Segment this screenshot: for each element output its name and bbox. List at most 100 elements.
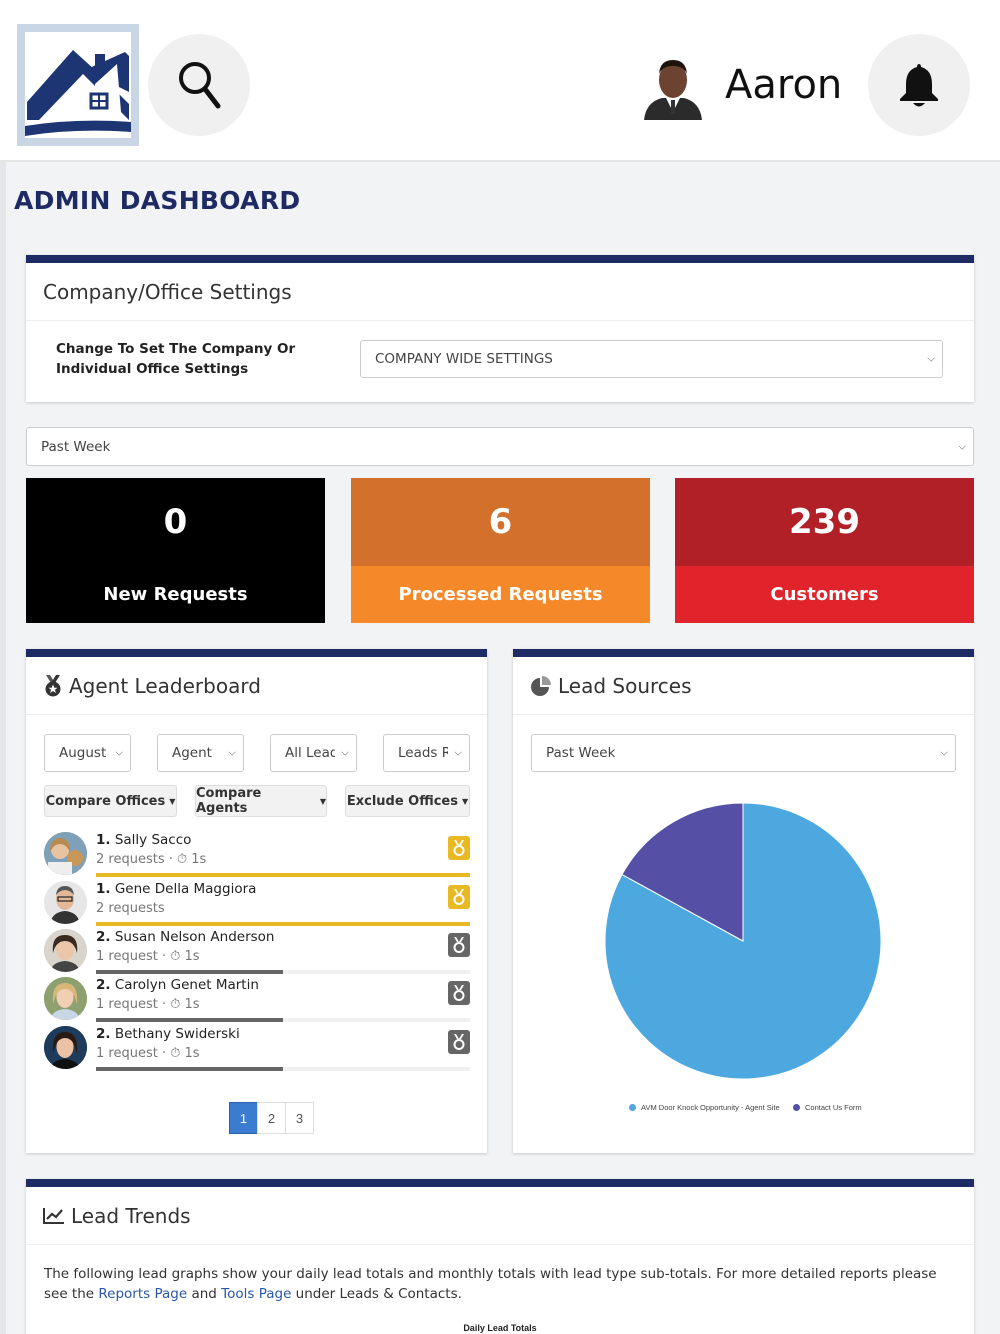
house-logo[interactable]	[17, 24, 139, 146]
month-filter-select[interactable]: August 2 ⌵	[44, 734, 131, 772]
legend-label: AVM Door Knock Opportunity - Agent Site	[641, 1103, 780, 1112]
avatar	[44, 832, 87, 875]
panel-header: Lead Trends	[26, 1187, 974, 1245]
search-icon	[179, 62, 221, 109]
chevron-down-icon: ⌵	[228, 747, 236, 759]
agent-stats: 1 request · ⏱ 1s	[96, 1046, 200, 1061]
agent-name: 2. Bethany Swiderski	[96, 1026, 240, 1042]
progress-track	[96, 922, 470, 926]
company-settings-panel: Company/Office Settings Change To Set Th…	[26, 255, 974, 402]
panel-header: Agent Leaderboard	[26, 657, 487, 715]
search-button[interactable]	[148, 34, 250, 136]
stat-card-customers[interactable]: 239 Customers	[675, 478, 974, 623]
agent-name: 2. Carolyn Genet Martin	[96, 977, 259, 993]
agent-filter-select[interactable]: Agent ⌵	[157, 734, 244, 772]
period-select[interactable]: Past Week ⌵	[26, 427, 974, 466]
lead-sources-pie-chart[interactable]	[600, 798, 886, 1084]
stat-card-new-requests[interactable]: 0 New Requests	[26, 478, 325, 623]
exclude-offices-button[interactable]: Exclude Offices ▼	[345, 785, 470, 817]
lead-sources-period-select[interactable]: Past Week ⌵	[531, 734, 956, 772]
leaderboard-row[interactable]: 2. Susan Nelson Anderson 1 request · ⏱ 1…	[44, 929, 470, 977]
progress-bar	[96, 1067, 283, 1071]
page-title: ADMIN DASHBOARD	[14, 186, 301, 215]
caret-down-icon: ▼	[169, 796, 176, 806]
chevron-down-icon: ⌵	[115, 747, 123, 759]
caret-down-icon: ▼	[462, 796, 469, 806]
progress-track	[96, 1067, 470, 1071]
compare-agents-button[interactable]: Compare Agents ▼	[195, 785, 327, 817]
chevron-down-icon: ⌵	[927, 353, 935, 365]
lead-trends-description: The following lead graphs show your dail…	[44, 1266, 937, 1302]
leaderboard-row[interactable]: 2. Carolyn Genet Martin 1 request · ⏱ 1s	[44, 977, 470, 1025]
panel-title: Lead Sources	[558, 673, 692, 698]
chevron-down-icon: ⌵	[940, 747, 948, 759]
medal-icon	[45, 674, 61, 696]
agent-stats: 1 request · ⏱ 1s	[96, 949, 200, 964]
progress-bar	[96, 1018, 283, 1022]
daily-lead-totals-title: Daily Lead Totals	[463, 1323, 537, 1333]
leaderboard-row[interactable]: 1. Sally Sacco 2 requests · ⏱ 1s	[44, 832, 470, 880]
leaderboard-row[interactable]: 1. Gene Della Maggiora 2 requests	[44, 881, 470, 929]
stat-card-processed-requests[interactable]: 6 Processed Requests	[351, 478, 650, 623]
panel-title: Lead Trends	[71, 1203, 191, 1228]
panel-title: Agent Leaderboard	[69, 673, 261, 698]
progress-bar	[96, 922, 470, 926]
gold-medal-icon	[448, 836, 470, 860]
stat-label: Customers	[675, 566, 974, 623]
leads-rank-filter-select[interactable]: Leads Ra ⌵	[383, 734, 470, 772]
stat-label: Processed Requests	[351, 566, 650, 623]
caret-down-icon: ▼	[319, 796, 326, 806]
agent-stats: 1 request · ⏱ 1s	[96, 997, 200, 1012]
legend-label: Contact Us Form	[805, 1103, 862, 1112]
lead-trends-panel: Lead Trends	[26, 1179, 974, 1334]
legend-item[interactable]: Contact Us Form	[793, 1103, 862, 1112]
company-settings-select[interactable]: COMPANY WIDE SETTINGS ⌵	[360, 340, 943, 378]
pie-chart-icon	[531, 675, 551, 696]
avatar	[44, 1026, 87, 1069]
leaderboard-row[interactable]: 2. Bethany Swiderski 1 request · ⏱ 1s	[44, 1026, 470, 1074]
avatar	[44, 977, 87, 1020]
silver-medal-icon	[448, 933, 470, 957]
line-chart-icon	[43, 1207, 64, 1224]
bell-icon	[900, 64, 938, 107]
user-name[interactable]: Aaron	[725, 62, 842, 108]
lead-type-filter-select[interactable]: All Leads ⌵	[270, 734, 357, 772]
settings-label: Change To Set The Company Or Individual …	[56, 341, 296, 377]
page-button-2[interactable]: 2	[257, 1102, 286, 1134]
progress-track	[96, 1018, 470, 1022]
agent-name: 1. Gene Della Maggiora	[96, 881, 257, 897]
user-avatar[interactable]	[640, 50, 706, 120]
progress-track	[96, 873, 470, 877]
legend-swatch	[793, 1104, 800, 1111]
agent-name: 2. Susan Nelson Anderson	[96, 929, 275, 945]
gold-medal-icon	[448, 885, 470, 909]
page-button-3[interactable]: 3	[285, 1102, 314, 1134]
chevron-down-icon: ⌵	[454, 747, 462, 759]
agent-stats: 2 requests · ⏱ 1s	[96, 852, 207, 867]
avatar	[44, 881, 87, 924]
silver-medal-icon	[448, 1030, 470, 1054]
legend-swatch	[629, 1104, 636, 1111]
compare-offices-button[interactable]: Compare Offices ▼	[44, 785, 177, 817]
reports-page-link[interactable]: Reports Page	[98, 1286, 187, 1302]
stat-value: 239	[675, 478, 974, 566]
panel-header: Lead Sources	[513, 657, 974, 715]
chevron-down-icon: ⌵	[341, 747, 349, 759]
silver-medal-icon	[448, 981, 470, 1005]
stat-value: 0	[26, 478, 325, 566]
notifications-button[interactable]	[868, 34, 970, 136]
stat-label: New Requests	[26, 566, 325, 623]
stat-value: 6	[351, 478, 650, 566]
avatar	[44, 929, 87, 972]
page-button-1[interactable]: 1	[229, 1102, 258, 1134]
top-bar: Aaron	[0, 0, 1000, 162]
pagination: 1 2 3	[229, 1102, 314, 1134]
panel-title: Company/Office Settings	[43, 279, 292, 304]
tools-page-link[interactable]: Tools Page	[221, 1286, 291, 1302]
agent-name: 1. Sally Sacco	[96, 832, 192, 848]
panel-header: Company/Office Settings	[26, 263, 974, 321]
progress-track	[96, 970, 470, 974]
progress-bar	[96, 873, 470, 877]
agent-stats: 2 requests	[96, 901, 165, 916]
legend-item[interactable]: AVM Door Knock Opportunity - Agent Site	[629, 1103, 780, 1112]
